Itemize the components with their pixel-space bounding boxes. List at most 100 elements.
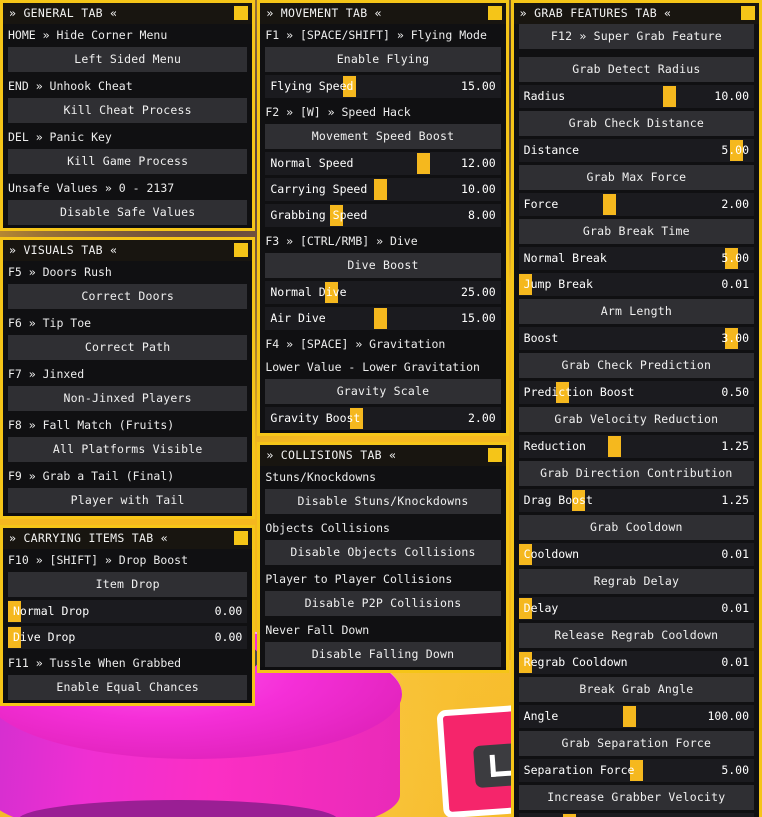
kill-game-process-button[interactable]: Kill Game Process [8,149,248,174]
correct-path-button[interactable]: Correct Path [8,335,248,360]
dive-boost-button[interactable]: Dive Boost [265,253,501,278]
grab-separation-force-button[interactable]: Grab Separation Force [518,731,755,756]
all-platforms-visible-button[interactable]: All Platforms Visible [8,437,248,462]
drag-boost-slider[interactable]: Drag Boost 1.25 [518,489,755,512]
slider-label: Normal Dive [270,284,347,299]
regrab-delay-button[interactable]: Regrab Delay [518,569,755,594]
reduction-slider[interactable]: Reduction 1.25 [518,435,755,458]
disable-stuns-knockdowns-button[interactable]: Disable Stuns/Knockdowns [265,489,501,514]
grabbing-speed-slider[interactable]: Grabbing Speed 8.00 [265,204,501,227]
delay-slider[interactable]: Delay 0.01 [518,597,755,620]
super-grab-feature-button[interactable]: F12 » Super Grab Feature [518,24,755,49]
slider-value: 5.00 [721,250,750,265]
grab-max-force-button[interactable]: Grab Max Force [518,165,755,190]
tussle-when-grabbed-hotkey: F11 » Tussle When Grabbed [8,655,182,670]
doors-rush-hotkey: F5 » Doors Rush [8,264,112,279]
normal-break-slider[interactable]: Normal Break 5.00 [518,247,755,270]
slider-handle[interactable] [374,308,388,329]
slider-handle[interactable] [663,86,677,107]
angle-slider[interactable]: Angle 100.00 [518,705,755,728]
unhook-cheat-hotkey: END » Unhook Cheat [8,78,133,93]
release-regrab-cooldown-button[interactable]: Release Regrab Cooldown [518,623,755,648]
jump-break-slider[interactable]: Jump Break 0.01 [518,273,755,296]
movement-speed-boost-button[interactable]: Movement Speed Boost [265,124,501,149]
panel-collisions-header[interactable]: » COLLISIONS TAB « [260,445,506,466]
collapse-square-icon[interactable] [741,6,756,20]
gravity-scale-button[interactable]: Gravity Scale [265,379,501,404]
panel-general-body: HOME » Hide Corner Menu Left Sided Menu EN… [3,24,253,225]
slider-handle[interactable] [603,194,617,215]
player-with-tail-button[interactable]: Player with Tail [8,488,248,513]
disable-objects-collisions-button[interactable]: Disable Objects Collisions [265,540,501,565]
hide-corner-menu-hotkey: HOME » Hide Corner Menu [8,27,168,42]
slider-value: 5.00 [721,762,750,777]
radius-slider[interactable]: Radius 10.00 [518,85,755,108]
separation-force-slider[interactable]: Separation Force 5.00 [518,759,755,782]
grab-break-time-button[interactable]: Grab Break Time [518,219,755,244]
grabber-velocity-slider[interactable]: Grabber Velocity1.00 [518,813,755,817]
slider-handle[interactable] [623,706,637,727]
correct-doors-button[interactable]: Correct Doors [8,284,248,309]
slider-label: Angle [523,708,559,723]
air-dive-slider[interactable]: Air Dive 15.00 [265,307,501,330]
grab-check-prediction-button[interactable]: Grab Check Prediction [518,353,755,378]
slider-value: 5.00 [721,142,750,157]
kill-cheat-process-button[interactable]: Kill Cheat Process [8,98,248,123]
enable-flying-button[interactable]: Enable Flying [265,47,501,72]
distance-slider[interactable]: Distance 5.00 [518,139,755,162]
panel-visuals-title: » VISUALS TAB « [9,242,118,257]
panel-visuals-header[interactable]: » VISUALS TAB « [3,240,253,261]
break-grab-angle-button[interactable]: Break Grab Angle [518,677,755,702]
carrying-speed-slider[interactable]: Carrying Speed 10.00 [265,178,501,201]
grab-detect-radius-button[interactable]: Grab Detect Radius [518,57,755,82]
collapse-square-icon[interactable] [487,448,502,462]
panel-movement-header[interactable]: » MOVEMENT TAB « [260,3,506,24]
flying-speed-slider[interactable]: Flying Speed 15.00 [265,75,501,98]
slider-handle[interactable] [607,436,621,457]
slider-handle[interactable] [374,179,388,200]
panel-carrying-items-title: » CARRYING ITEMS TAB « [9,530,168,545]
normal-speed-slider[interactable]: Normal Speed 12.00 [265,152,501,175]
grab-direction-contribution-button[interactable]: Grab Direction Contribution [518,461,755,486]
slider-value: 1.25 [721,492,750,507]
arm-length-button[interactable]: Arm Length [518,299,755,324]
panel-grab-features-body: F12 » Super Grab Feature Grab Detect Radi… [513,24,760,817]
prediction-boost-slider[interactable]: Prediction Boost 0.50 [518,381,755,404]
slider-label: Carrying Speed [270,181,368,196]
increase-grabber-velocity-button[interactable]: Increase Grabber Velocity [518,785,755,810]
grab-check-distance-button[interactable]: Grab Check Distance [518,111,755,136]
dive-drop-slider[interactable]: Dive Drop 0.00 [8,626,248,649]
panel-carrying-items-header[interactable]: » CARRYING ITEMS TAB « [3,528,253,549]
panel-visuals-body: F5 » Doors Rush Correct Doors F6 » Tip Toe… [3,261,253,513]
disable-falling-down-button[interactable]: Disable Falling Down [265,642,501,667]
panel-grab-features-header[interactable]: » GRAB FEATURES TAB « [513,3,760,24]
slider-handle[interactable] [416,153,430,174]
gravity-boost-slider[interactable]: Gravity Boost 2.00 [265,407,501,430]
disable-safe-values-button[interactable]: Disable Safe Values [8,200,248,225]
boost-slider[interactable]: Boost 3.00 [518,327,755,350]
collapse-square-icon[interactable] [234,243,249,257]
panel-general-header[interactable]: » GENERAL TAB « [3,3,253,24]
right-panel-column: » GRAB FEATURES TAB « F12 » Super Grab F… [510,0,762,817]
normal-drop-slider[interactable]: Normal Drop 0.00 [8,600,248,623]
collapse-square-icon[interactable] [234,531,249,545]
collapse-square-icon[interactable] [487,6,502,20]
force-slider[interactable]: Force 2.00 [518,193,755,216]
cooldown-slider[interactable]: Cooldown 0.01 [518,543,755,566]
slider-label: Regrab Cooldown [523,654,628,669]
regrab-cooldown-slider[interactable]: Regrab Cooldown 0.01 [518,651,755,674]
enable-equal-chances-button[interactable]: Enable Equal Chances [8,675,248,700]
grab-velocity-reduction-button[interactable]: Grab Velocity Reduction [518,407,755,432]
disable-p2p-collisions-button[interactable]: Disable P2P Collisions [265,591,501,616]
slider-label: Drag Boost [523,492,593,507]
collapse-square-icon[interactable] [234,6,249,20]
slider-value: 0.01 [721,600,750,615]
grab-cooldown-button[interactable]: Grab Cooldown [518,515,755,540]
item-drop-button[interactable]: Item Drop [8,572,248,597]
slider-value: 1.25 [721,438,750,453]
slider-label: Normal Drop [13,603,90,618]
normal-dive-slider[interactable]: Normal Dive 25.00 [265,281,501,304]
left-sided-menu-button[interactable]: Left Sided Menu [8,47,248,72]
non-jinxed-players-button[interactable]: Non-Jinxed Players [8,386,248,411]
slider-value: 2.00 [467,410,496,425]
